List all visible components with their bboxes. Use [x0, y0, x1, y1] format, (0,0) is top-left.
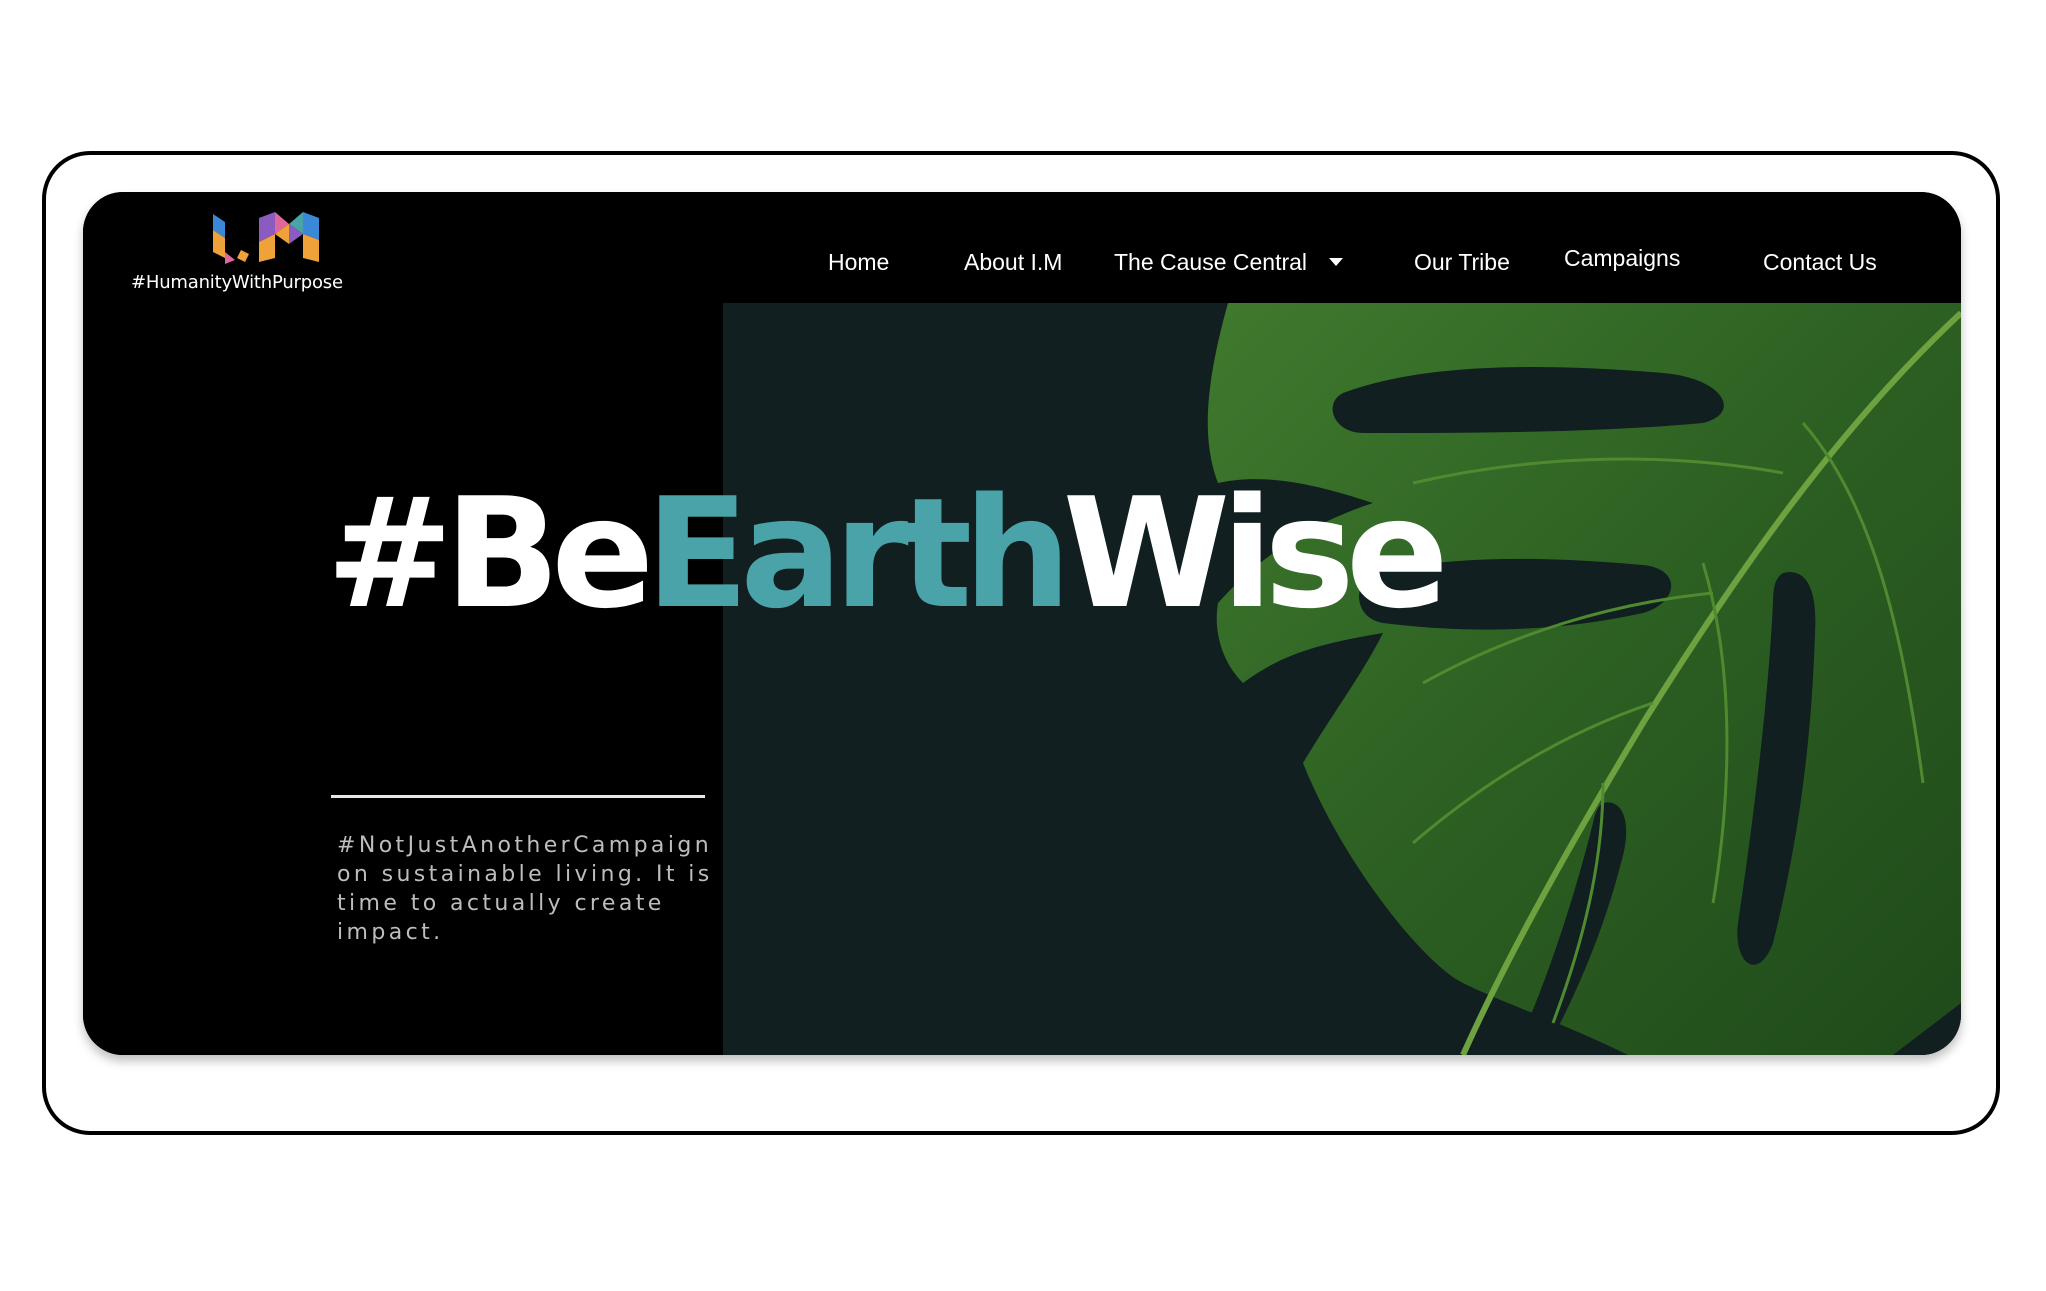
headline-part-be: #Be: [326, 465, 654, 642]
website-card: #HumanityWithPurpose Home About I.M The …: [83, 192, 1961, 1055]
nav-item-cause-central-label: The Cause Central: [1114, 249, 1308, 275]
headline-part-wise: Wise: [1062, 465, 1449, 642]
screenshot-stage: #HumanityWithPurpose Home About I.M The …: [0, 0, 2046, 1291]
monstera-leaf-icon: [1207, 303, 1961, 1055]
nav-item-cause-central[interactable]: The Cause Central: [1114, 249, 1344, 276]
headline-part-earth: Earth: [645, 465, 1071, 642]
hero-image-panel: [723, 303, 1961, 1055]
nav-item-about[interactable]: About I.M: [964, 249, 1062, 276]
caret-down-icon[interactable]: [1329, 257, 1344, 266]
hero-section: #BeEarthWise #NotJustAnotherCampaign on …: [83, 303, 1961, 1055]
hero-headline: #BeEarthWise: [326, 478, 1449, 630]
nav-item-campaigns[interactable]: Campaigns: [1564, 245, 1680, 272]
hero-subtext: #NotJustAnotherCampaign on sustainable l…: [337, 833, 713, 945]
nav-item-home[interactable]: Home: [828, 249, 889, 276]
nav-item-contact[interactable]: Contact Us: [1763, 249, 1877, 276]
headline-divider: [331, 795, 705, 798]
nav-item-our-tribe[interactable]: Our Tribe: [1414, 249, 1510, 276]
main-nav: Home About I.M The Cause Central Our Tri…: [83, 192, 1961, 303]
site-header: #HumanityWithPurpose Home About I.M The …: [83, 192, 1961, 303]
